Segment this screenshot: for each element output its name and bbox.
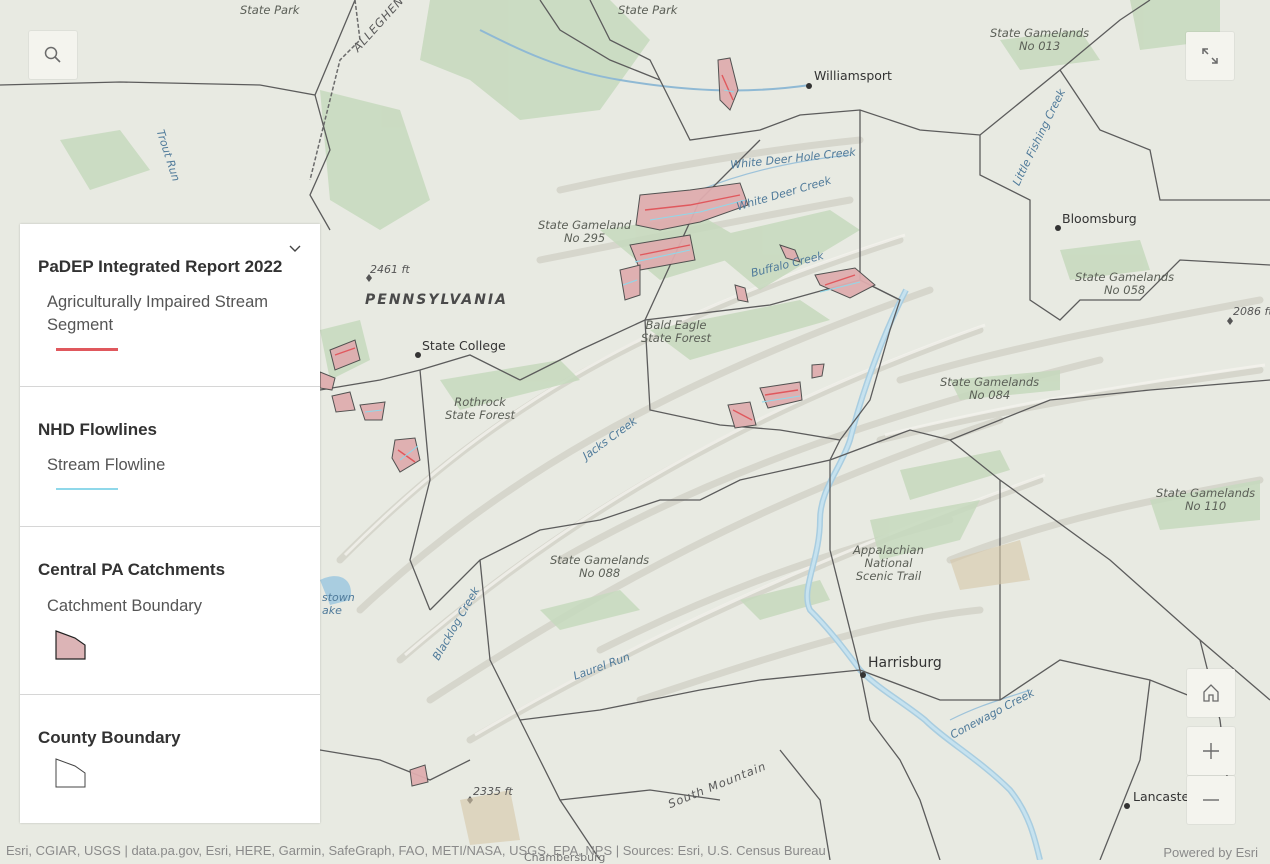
legend-section-title: NHD Flowlines <box>38 420 158 439</box>
legend-section-catchments: Central PA Catchments Catchment Boundary <box>20 526 320 695</box>
zoom-out-button[interactable] <box>1187 776 1235 824</box>
map-label-gamelands: State Gamelands No 084 <box>940 375 1040 402</box>
map-label-city: Bloomsburg <box>1062 211 1137 226</box>
plus-icon <box>1203 743 1219 759</box>
legend-swatch-catchment <box>55 630 86 660</box>
legend-section-title: County Boundary <box>38 728 181 747</box>
map-label-trail: Appalachian National Scenic Trail <box>853 543 924 583</box>
legend-item-label: Stream Flowline <box>47 456 166 474</box>
legend-section-county-boundary: County Boundary <box>20 694 320 823</box>
legend-section-nhd-flowlines: NHD Flowlines Stream Flowline <box>20 386 320 527</box>
search-icon <box>44 46 61 63</box>
legend-section-title: PaDEP Integrated Report 2022 <box>38 257 283 276</box>
home-button[interactable] <box>1187 669 1235 717</box>
map-label-city: Lancaste <box>1133 789 1190 804</box>
map-label-state-park: State Park <box>240 3 300 17</box>
legend-panel: PaDEP Integrated Report 2022 Agricultura… <box>20 224 320 823</box>
map-label-gamelands: State Gamelands No 088 <box>550 553 650 580</box>
map-label-gamelands: State Gamelands No 110 <box>1156 486 1256 513</box>
legend-section-impaired-streams: PaDEP Integrated Report 2022 Agricultura… <box>20 224 320 387</box>
legend-swatch-county <box>55 758 86 788</box>
map-label-elevation: 2086 ft <box>1233 305 1270 318</box>
map-label-gamelands: State Gameland No 295 <box>538 218 632 245</box>
map-attribution: Esri, CGIAR, USGS | data.pa.gov, Esri, H… <box>6 843 826 858</box>
search-button[interactable] <box>29 31 77 79</box>
legend-item-label: Catchment Boundary <box>47 597 203 615</box>
zoom-in-button[interactable] <box>1187 727 1235 775</box>
home-icon <box>1203 684 1219 702</box>
map-label-forest: Rothrock State Forest <box>445 395 516 422</box>
legend-swatch-impaired-line <box>56 348 118 351</box>
map-label-state: PENNSYLVANIA <box>365 292 508 308</box>
expand-icon <box>1202 48 1218 64</box>
map-label-gamelands: State Gamelands No 058 <box>1075 270 1175 297</box>
legend-swatch-flowline <box>56 488 118 490</box>
map-label-elevation: 2461 ft <box>370 263 410 276</box>
fullscreen-button[interactable] <box>1186 32 1234 80</box>
map-label-gamelands: State Gamelands No 013 <box>990 26 1090 53</box>
legend-section-title: Central PA Catchments <box>38 560 226 579</box>
map-label-state-park: State Park <box>618 3 678 17</box>
minus-icon <box>1203 799 1219 801</box>
map-label-lake: stown ake <box>322 591 355 617</box>
map-label-elevation: 2335 ft <box>473 785 513 798</box>
powered-by-esri-link[interactable]: Powered by Esri <box>1163 845 1258 860</box>
legend-item-label: Agriculturally Impaired Stream Segment <box>47 293 268 334</box>
map-label-forest: Bald Eagle State Forest <box>641 318 712 345</box>
map-label-city: State College <box>422 338 506 353</box>
map-label-city: Harrisburg <box>868 655 942 671</box>
map-label-city: Williamsport <box>814 68 892 83</box>
